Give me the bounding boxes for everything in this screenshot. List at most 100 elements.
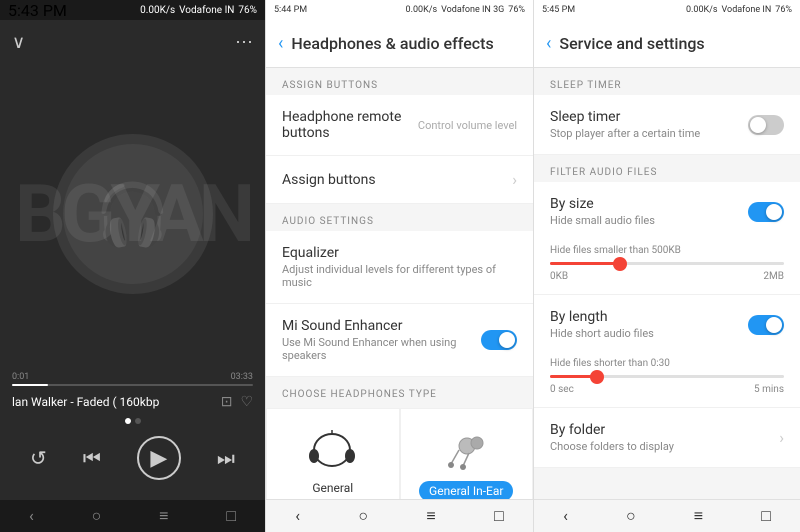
service-nav-bar: ‹ ○ ≡ □	[534, 499, 800, 532]
headphone-general-in-ear-label: General In-Ear	[419, 481, 513, 499]
player-time-bar: 0:01 03:33	[12, 372, 253, 382]
by-length-knob	[766, 317, 782, 333]
more-icon[interactable]: ⋯	[235, 32, 253, 53]
player-song-info: lan Walker - Faded ( 160kbp ⊡ ♡	[12, 394, 253, 410]
headphone-general-in-ear-item[interactable]: General In-Ear	[400, 408, 534, 499]
assign-buttons-item[interactable]: Assign buttons ›	[266, 156, 533, 204]
prev-button[interactable]: ⏮	[83, 446, 101, 470]
player-header: ∨ ⋯	[0, 20, 265, 64]
audio-back-nav[interactable]: ‹	[295, 506, 300, 526]
by-length-slider-thumb	[590, 370, 604, 384]
assign-buttons-section-label: ASSIGN BUTTONS	[266, 68, 533, 95]
filter-audio-section-label: FILTER AUDIO FILES	[534, 155, 800, 182]
by-length-slider-container: Hide files shorter than 0:30 0 sec 5 min…	[534, 354, 800, 407]
music-player-panel: 5:43 PM 0.00K/s Vodafone IN 76% ∨ ⋯ 🎧 BG…	[0, 0, 265, 532]
sleep-timer-toggle[interactable]	[748, 115, 784, 135]
by-folder-item[interactable]: By folder Choose folders to display ›	[534, 408, 800, 468]
service-home-nav[interactable]: ○	[626, 506, 636, 526]
by-folder-chevron-icon: ›	[779, 428, 784, 447]
mi-sound-toggle[interactable]	[481, 330, 517, 350]
repeat-button[interactable]: ↺	[30, 446, 47, 470]
player-status-bar: 5:43 PM 0.00K/s Vodafone IN 76%	[0, 0, 265, 20]
play-button[interactable]: ▶	[137, 436, 181, 480]
service-status-battery: 76%	[775, 5, 792, 15]
next-button[interactable]: ⏭	[217, 446, 235, 470]
heart-icon[interactable]: ♡	[240, 394, 253, 410]
headphone-remote-left: Headphone remote buttons	[282, 109, 418, 141]
home-nav-icon[interactable]: ○	[92, 506, 102, 526]
player-progress-bar[interactable]	[12, 384, 253, 386]
sleep-timer-left: Sleep timer Stop player after a certain …	[550, 109, 748, 140]
by-length-block: By length Hide short audio files Hide fi…	[534, 295, 800, 408]
player-bottom: 0:01 03:33 lan Walker - Faded ( 160kbp ⊡…	[0, 364, 265, 500]
chevron-down-icon[interactable]: ∨	[12, 32, 25, 53]
audio-status-battery: 76%	[508, 5, 525, 15]
service-status-time: 5:45 PM	[542, 5, 575, 15]
by-length-toggle[interactable]	[748, 315, 784, 335]
mi-sound-subtitle: Use Mi Sound Enhancer when using speaker…	[282, 336, 481, 362]
assign-buttons-left: Assign buttons	[282, 172, 512, 188]
sleep-timer-item[interactable]: Sleep timer Stop player after a certain …	[534, 95, 800, 155]
equalizer-title: Equalizer	[282, 245, 517, 261]
service-square-nav[interactable]: □	[761, 506, 771, 526]
mi-sound-item[interactable]: Mi Sound Enhancer Use Mi Sound Enhancer …	[266, 304, 533, 377]
headphone-general-img	[303, 425, 363, 475]
service-back-button[interactable]: ‹	[546, 33, 551, 54]
by-size-slider-fill	[550, 262, 620, 265]
by-length-left: By length Hide short audio files	[550, 309, 748, 340]
audio-menu-nav[interactable]: ≡	[426, 506, 435, 526]
time-current: 0:01	[12, 372, 29, 382]
by-length-slider-track[interactable]	[550, 375, 784, 378]
audio-panel-content: ASSIGN BUTTONS Headphone remote buttons …	[266, 68, 533, 499]
audio-square-nav[interactable]: □	[494, 506, 504, 526]
by-size-slider-thumb	[613, 257, 627, 271]
player-status-network: Vodafone IN	[179, 5, 234, 16]
audio-home-nav[interactable]: ○	[358, 506, 368, 526]
equalizer-left: Equalizer Adjust individual levels for d…	[282, 245, 517, 289]
by-length-max: 5 mins	[754, 384, 784, 395]
by-size-knob	[766, 204, 782, 220]
audio-status-bar: 5:44 PM 0.00K/s Vodafone IN 3G 76%	[266, 0, 533, 20]
album-inner: 🎧	[63, 144, 203, 284]
service-settings-panel: 5:45 PM 0.00K/s Vodafone IN 76% ‹ Servic…	[533, 0, 800, 532]
by-size-left: By size Hide small audio files	[550, 196, 748, 227]
time-total: 03:33	[231, 372, 253, 382]
service-menu-nav[interactable]: ≡	[694, 506, 703, 526]
player-controls: ↺ ⏮ ▶ ⏭	[12, 432, 253, 492]
dot-1	[125, 418, 131, 424]
by-size-toggle[interactable]	[748, 202, 784, 222]
by-size-title: By size	[550, 196, 748, 212]
headphone-general-label: General	[312, 481, 353, 495]
by-folder-title: By folder	[550, 422, 779, 438]
menu-nav-icon[interactable]: ≡	[159, 506, 168, 526]
headphones-audio-panel: 5:44 PM 0.00K/s Vodafone IN 3G 76% ‹ Hea…	[265, 0, 533, 532]
headphone-general-item[interactable]: General	[266, 408, 400, 499]
service-back-nav[interactable]: ‹	[563, 506, 568, 526]
by-folder-left: By folder Choose folders to display	[550, 422, 779, 453]
cast-icon[interactable]: ⊡	[221, 394, 233, 410]
by-size-max: 2MB	[763, 271, 784, 282]
by-size-item: By size Hide small audio files	[534, 182, 800, 241]
page-dots	[12, 418, 253, 424]
headphone-remote-item[interactable]: Headphone remote buttons Control volume …	[266, 95, 533, 156]
album-circle: 🎧	[53, 134, 213, 294]
by-size-slider-label: Hide files smaller than 500KB	[550, 245, 784, 256]
audio-status-network: Vodafone IN 3G	[441, 5, 504, 15]
by-length-item: By length Hide short audio files	[534, 295, 800, 354]
back-nav-icon[interactable]: ‹	[29, 506, 34, 526]
audio-back-button[interactable]: ‹	[278, 33, 283, 54]
headphone-remote-title: Headphone remote buttons	[282, 109, 418, 141]
by-size-subtitle: Hide small audio files	[550, 214, 748, 227]
choose-headphones-label: CHOOSE HEADPHONES TYPE	[266, 377, 533, 408]
by-length-min: 0 sec	[550, 384, 574, 395]
assign-chevron-icon: ›	[512, 170, 517, 189]
by-length-subtitle: Hide short audio files	[550, 327, 748, 340]
audio-panel-title: Headphones & audio effects	[291, 34, 493, 53]
equalizer-item[interactable]: Equalizer Adjust individual levels for d…	[266, 231, 533, 304]
player-status-speed: 0.00K/s	[140, 5, 175, 16]
by-size-slider-container: Hide files smaller than 500KB 0KB 2MB	[534, 241, 800, 294]
equalizer-subtitle: Adjust individual levels for different t…	[282, 263, 517, 289]
toggle-knob	[499, 332, 515, 348]
square-nav-icon[interactable]: □	[226, 506, 236, 526]
by-size-slider-track[interactable]	[550, 262, 784, 265]
